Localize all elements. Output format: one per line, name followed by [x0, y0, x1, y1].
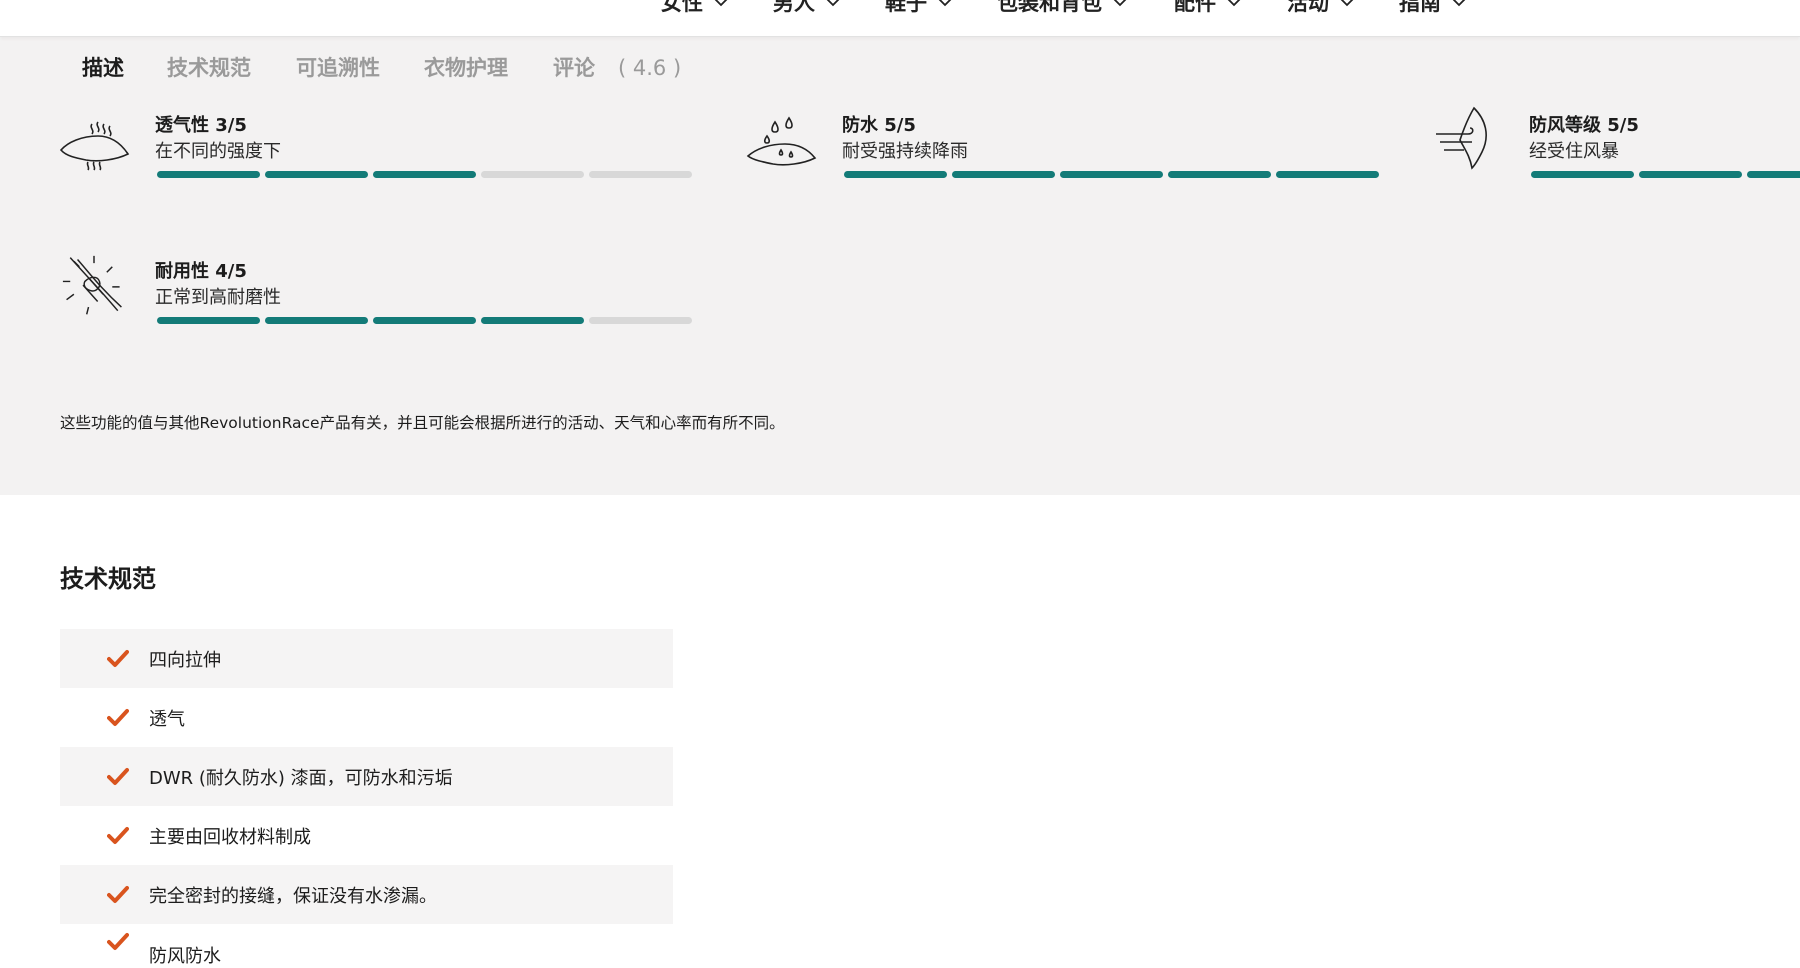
rating-bar-segment [1531, 171, 1634, 178]
chevron-down-icon [1113, 0, 1127, 7]
tab-description[interactable]: 描述 [82, 53, 124, 83]
tech-specs-heading: 技术规范 [60, 565, 156, 593]
spec-item-text: 防风防水 [149, 946, 221, 967]
chevron-down-icon [938, 0, 952, 7]
spec-item: 防风防水 [60, 924, 673, 967]
product-ratings-section: 描述 技术规范 可追溯性 衣物护理 评论 ( 4.6 ) 透气性 3/5 在不同… [0, 36, 1800, 495]
nav-item-activities[interactable]: 活动 [1287, 0, 1355, 15]
checkmark-icon [107, 933, 129, 950]
rating-bar-segment [265, 317, 368, 324]
breathability-icon [59, 121, 130, 171]
rating-title: 透气性 3/5 [155, 115, 247, 136]
tab-garment-care[interactable]: 衣物护理 [424, 53, 508, 83]
rating-bar-segment [265, 171, 368, 178]
tab-traceability[interactable]: 可追溯性 [296, 53, 380, 83]
rating-bar-segment [589, 171, 692, 178]
rating-bar-segment [157, 171, 260, 178]
rating-title: 耐用性 4/5 [155, 261, 247, 282]
spec-item: 透气 [60, 688, 673, 747]
chevron-down-icon [1452, 0, 1466, 7]
spec-item-text: DWR (耐久防水) 漆面，可防水和污垢 [149, 767, 453, 789]
rating-bar-segment [373, 317, 476, 324]
nav-item-women[interactable]: 女性 [661, 0, 729, 15]
checkmark-icon [107, 826, 129, 844]
windproof-icon [1436, 106, 1487, 170]
rating-bar-segment [373, 171, 476, 178]
rating-bar-segment [1276, 171, 1379, 178]
nav-item-label: 配件 [1174, 0, 1216, 15]
spec-item-text: 透气 [149, 708, 185, 730]
rating-bar-segment [157, 317, 260, 324]
rating-description: 经受住风暴 [1529, 141, 1619, 162]
nav-item-label: 男人 [773, 0, 815, 15]
rating-title: 防风等级 5/5 [1529, 115, 1639, 136]
spec-item: 完全密封的接缝，保证没有水渗漏。 [60, 865, 673, 924]
nav-item-label: 活动 [1287, 0, 1329, 15]
rating-bar-segment [844, 171, 947, 178]
rating-bar-segment [1639, 171, 1742, 178]
spec-item-text: 主要由回收材料制成 [149, 826, 311, 848]
nav-item-men[interactable]: 男人 [773, 0, 841, 15]
rating-bar-segment [1747, 171, 1800, 178]
waterproof-icon [746, 116, 817, 166]
spec-item: DWR (耐久防水) 漆面，可防水和污垢 [60, 747, 673, 806]
spec-item: 主要由回收材料制成 [60, 806, 673, 865]
checkmark-icon [107, 649, 129, 667]
checkmark-icon [107, 885, 129, 903]
nav-item-label: 鞋子 [885, 0, 927, 15]
rating-bar-segment [1060, 171, 1163, 178]
nav-item-shoes[interactable]: 鞋子 [885, 0, 953, 15]
nav-item-label: 指南 [1399, 0, 1441, 15]
tab-tech-specs[interactable]: 技术规范 [167, 53, 251, 83]
rating-description: 正常到高耐磨性 [155, 287, 281, 308]
chevron-down-icon [1227, 0, 1241, 7]
checkmark-icon [107, 767, 129, 785]
rating-bar-segment [952, 171, 1055, 178]
spec-item: 四向拉伸 [60, 629, 673, 688]
nav-item-label: 女性 [661, 0, 703, 15]
chevron-down-icon [826, 0, 840, 7]
spec-item-text: 四向拉伸 [149, 649, 221, 671]
nav-item-label: 包装和背包 [997, 0, 1102, 15]
rating-description: 在不同的强度下 [155, 141, 281, 162]
nav-item-accessories[interactable]: 配件 [1174, 0, 1242, 15]
chevron-down-icon [714, 0, 728, 7]
rating-title: 防水 5/5 [842, 115, 916, 136]
rating-bar-segment [481, 317, 584, 324]
rating-bar-segment [1168, 171, 1271, 178]
chevron-down-icon [1340, 0, 1354, 7]
nav-item-guides[interactable]: 指南 [1399, 0, 1467, 15]
spec-item-text: 完全密封的接缝，保证没有水渗漏。 [149, 885, 437, 907]
ratings-disclaimer: 这些功能的值与其他RevolutionRace产品有关，并且可能会根据所进行的活… [60, 414, 785, 432]
tab-reviews[interactable]: 评论 [553, 53, 595, 83]
rating-bar-segment [481, 171, 584, 178]
checkmark-icon [107, 708, 129, 726]
durability-icon [62, 255, 122, 315]
review-score: ( 4.6 ) [618, 56, 682, 80]
nav-item-bags[interactable]: 包装和背包 [997, 0, 1128, 15]
rating-bar-segment [589, 317, 692, 324]
rating-description: 耐受强持续降雨 [842, 141, 968, 162]
top-navigation: 女性 男人 鞋子 包装和背包 配件 活动 指南 [0, 0, 1800, 37]
